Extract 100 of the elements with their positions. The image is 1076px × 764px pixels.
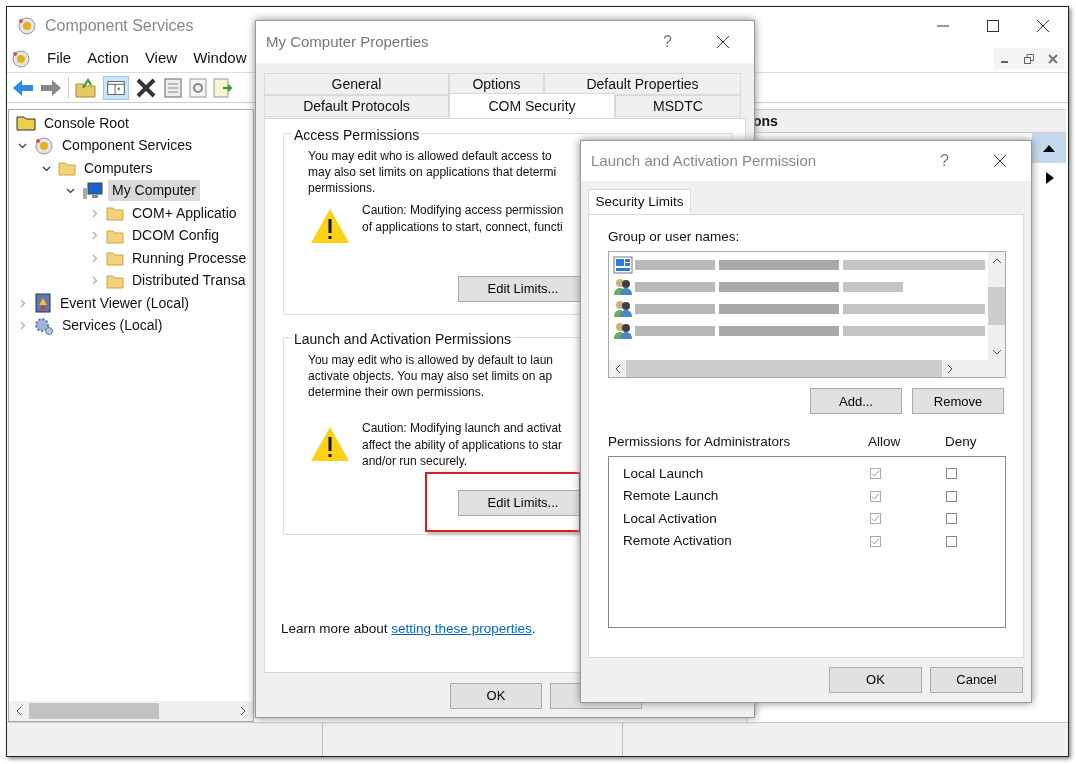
dialog-button[interactable]: OK: [829, 667, 922, 693]
dialog-title: Launch and Activation Permission: [591, 150, 817, 171]
tab[interactable]: Options: [449, 73, 544, 95]
caret-up-icon: [1043, 144, 1055, 152]
help-button[interactable]: ?: [940, 149, 949, 173]
tree-item[interactable]: Services (Local): [58, 315, 167, 337]
warning-icon: [310, 208, 350, 244]
restore-icon[interactable]: [1024, 53, 1034, 64]
menu-item[interactable]: View: [136, 47, 186, 70]
checkbox[interactable]: [946, 490, 957, 502]
permission-name: Local Launch: [622, 464, 705, 483]
caution-text: of applications to start, connect, functi: [362, 218, 563, 235]
checkbox[interactable]: [946, 468, 957, 480]
users-icon: [613, 322, 633, 341]
menu-item[interactable]: Window: [185, 47, 255, 70]
tree-item[interactable]: Computers: [80, 157, 157, 179]
help-button[interactable]: ?: [663, 30, 672, 54]
help-link[interactable]: setting these properties: [391, 621, 532, 636]
caution-text: Caution: Modifying launch and activat: [362, 420, 562, 437]
collapse-button[interactable]: [1032, 133, 1066, 163]
computer-icon: [82, 181, 104, 200]
tab[interactable]: Default Properties: [544, 73, 741, 95]
folder-icon: [106, 272, 124, 289]
gears-icon: [34, 315, 54, 336]
checkbox[interactable]: [870, 513, 881, 525]
column-header: Deny: [945, 433, 977, 452]
close-icon[interactable]: [716, 35, 730, 49]
horizontal-scrollbar[interactable]: [9, 701, 253, 721]
tree-item[interactable]: DCOM Config: [128, 225, 224, 247]
description-text: You may edit who is allowed default access to: [308, 148, 552, 164]
dialog-button[interactable]: Cancel: [930, 667, 1023, 693]
scroll-left-icon[interactable]: [614, 363, 621, 374]
menu-item[interactable]: File: [39, 47, 80, 70]
checkbox[interactable]: [870, 535, 881, 547]
users-icon: [613, 300, 633, 319]
checkbox[interactable]: [870, 468, 881, 480]
tree-item[interactable]: COM+ Applicatio: [128, 202, 241, 224]
names-label: Group or user names:: [608, 228, 741, 246]
component-icon: [17, 16, 37, 36]
permission-name: Remote Activation: [622, 532, 733, 551]
component-icon: [11, 48, 31, 69]
tab[interactable]: Security Limits: [588, 189, 691, 214]
scroll-down-icon[interactable]: [991, 349, 1002, 357]
tree-item[interactable]: My Computer: [108, 180, 201, 202]
users-icon: [613, 278, 633, 297]
dialog-button[interactable]: Remove: [912, 388, 1004, 415]
caution-text: affect the ability of applications to star: [362, 436, 562, 453]
folder-icon: [16, 115, 36, 132]
description-text: determine their own permissions.: [308, 384, 485, 400]
caret-right-icon[interactable]: [1046, 172, 1054, 184]
permissions-label: Permissions for Administrators: [608, 433, 792, 452]
scroll-left-icon[interactable]: [15, 706, 23, 716]
folder-up-icon[interactable]: [75, 77, 97, 98]
tree-item[interactable]: Running Processe: [128, 247, 251, 269]
description-text: permissions.: [308, 180, 376, 196]
description-text: You may edit who is allowed by default to laun: [308, 352, 554, 368]
checkbox[interactable]: [946, 513, 957, 525]
dialog-button[interactable]: OK: [450, 683, 542, 709]
vertical-scrollbar[interactable]: [988, 252, 1005, 361]
tree-item[interactable]: Console Root: [40, 112, 133, 134]
properties-icon[interactable]: [163, 76, 183, 99]
component-icon: [34, 135, 54, 156]
caution-text: and/or run securely.: [362, 453, 468, 470]
tab[interactable]: Default Protocols: [264, 95, 449, 117]
chevron-down-icon[interactable]: [17, 141, 27, 151]
scroll-right-icon[interactable]: [239, 706, 247, 716]
chevron-down-icon[interactable]: [65, 186, 75, 196]
checkbox[interactable]: [870, 490, 881, 502]
delete-icon[interactable]: [135, 76, 157, 99]
horizontal-scrollbar[interactable]: [609, 360, 1005, 378]
forward-arrow-icon[interactable]: [40, 78, 62, 97]
learn-more-text: Learn more about setting these properties.: [281, 621, 536, 636]
column-header: Allow: [868, 433, 902, 452]
tab[interactable]: MSDTC: [615, 95, 741, 117]
export-icon[interactable]: [213, 76, 233, 99]
tree-item[interactable]: Distributed Transa: [128, 270, 250, 292]
window-title: Component Services: [45, 16, 194, 36]
back-arrow-icon[interactable]: [12, 78, 34, 97]
tab[interactable]: General: [264, 73, 449, 95]
dialog-title: My Computer Properties: [266, 31, 429, 52]
scroll-right-icon[interactable]: [947, 363, 954, 374]
dialog-button[interactable]: Add...: [810, 388, 902, 415]
tab[interactable]: COM Security: [449, 93, 615, 118]
checkbox[interactable]: [946, 535, 957, 547]
close-icon[interactable]: [1037, 20, 1049, 32]
tree-item[interactable]: Event Viewer (Local): [56, 292, 193, 314]
menu-item[interactable]: Action: [79, 47, 137, 70]
description-text: activate objects. You may also set limits on ap: [308, 368, 553, 384]
panel-toggle-icon[interactable]: [103, 75, 129, 100]
close-icon[interactable]: [993, 154, 1007, 168]
maximize-icon[interactable]: [987, 20, 999, 32]
permission-name: Local Activation: [622, 509, 718, 528]
caution-text: Caution: Modifying access permission: [362, 202, 564, 219]
refresh-icon[interactable]: [189, 76, 207, 99]
tree-item[interactable]: Component Services: [58, 135, 196, 157]
folder-icon: [58, 160, 76, 177]
folder-icon: [106, 250, 124, 267]
scroll-up-icon[interactable]: [991, 257, 1002, 265]
group-icon: [613, 256, 633, 275]
folder-icon: [106, 205, 124, 222]
